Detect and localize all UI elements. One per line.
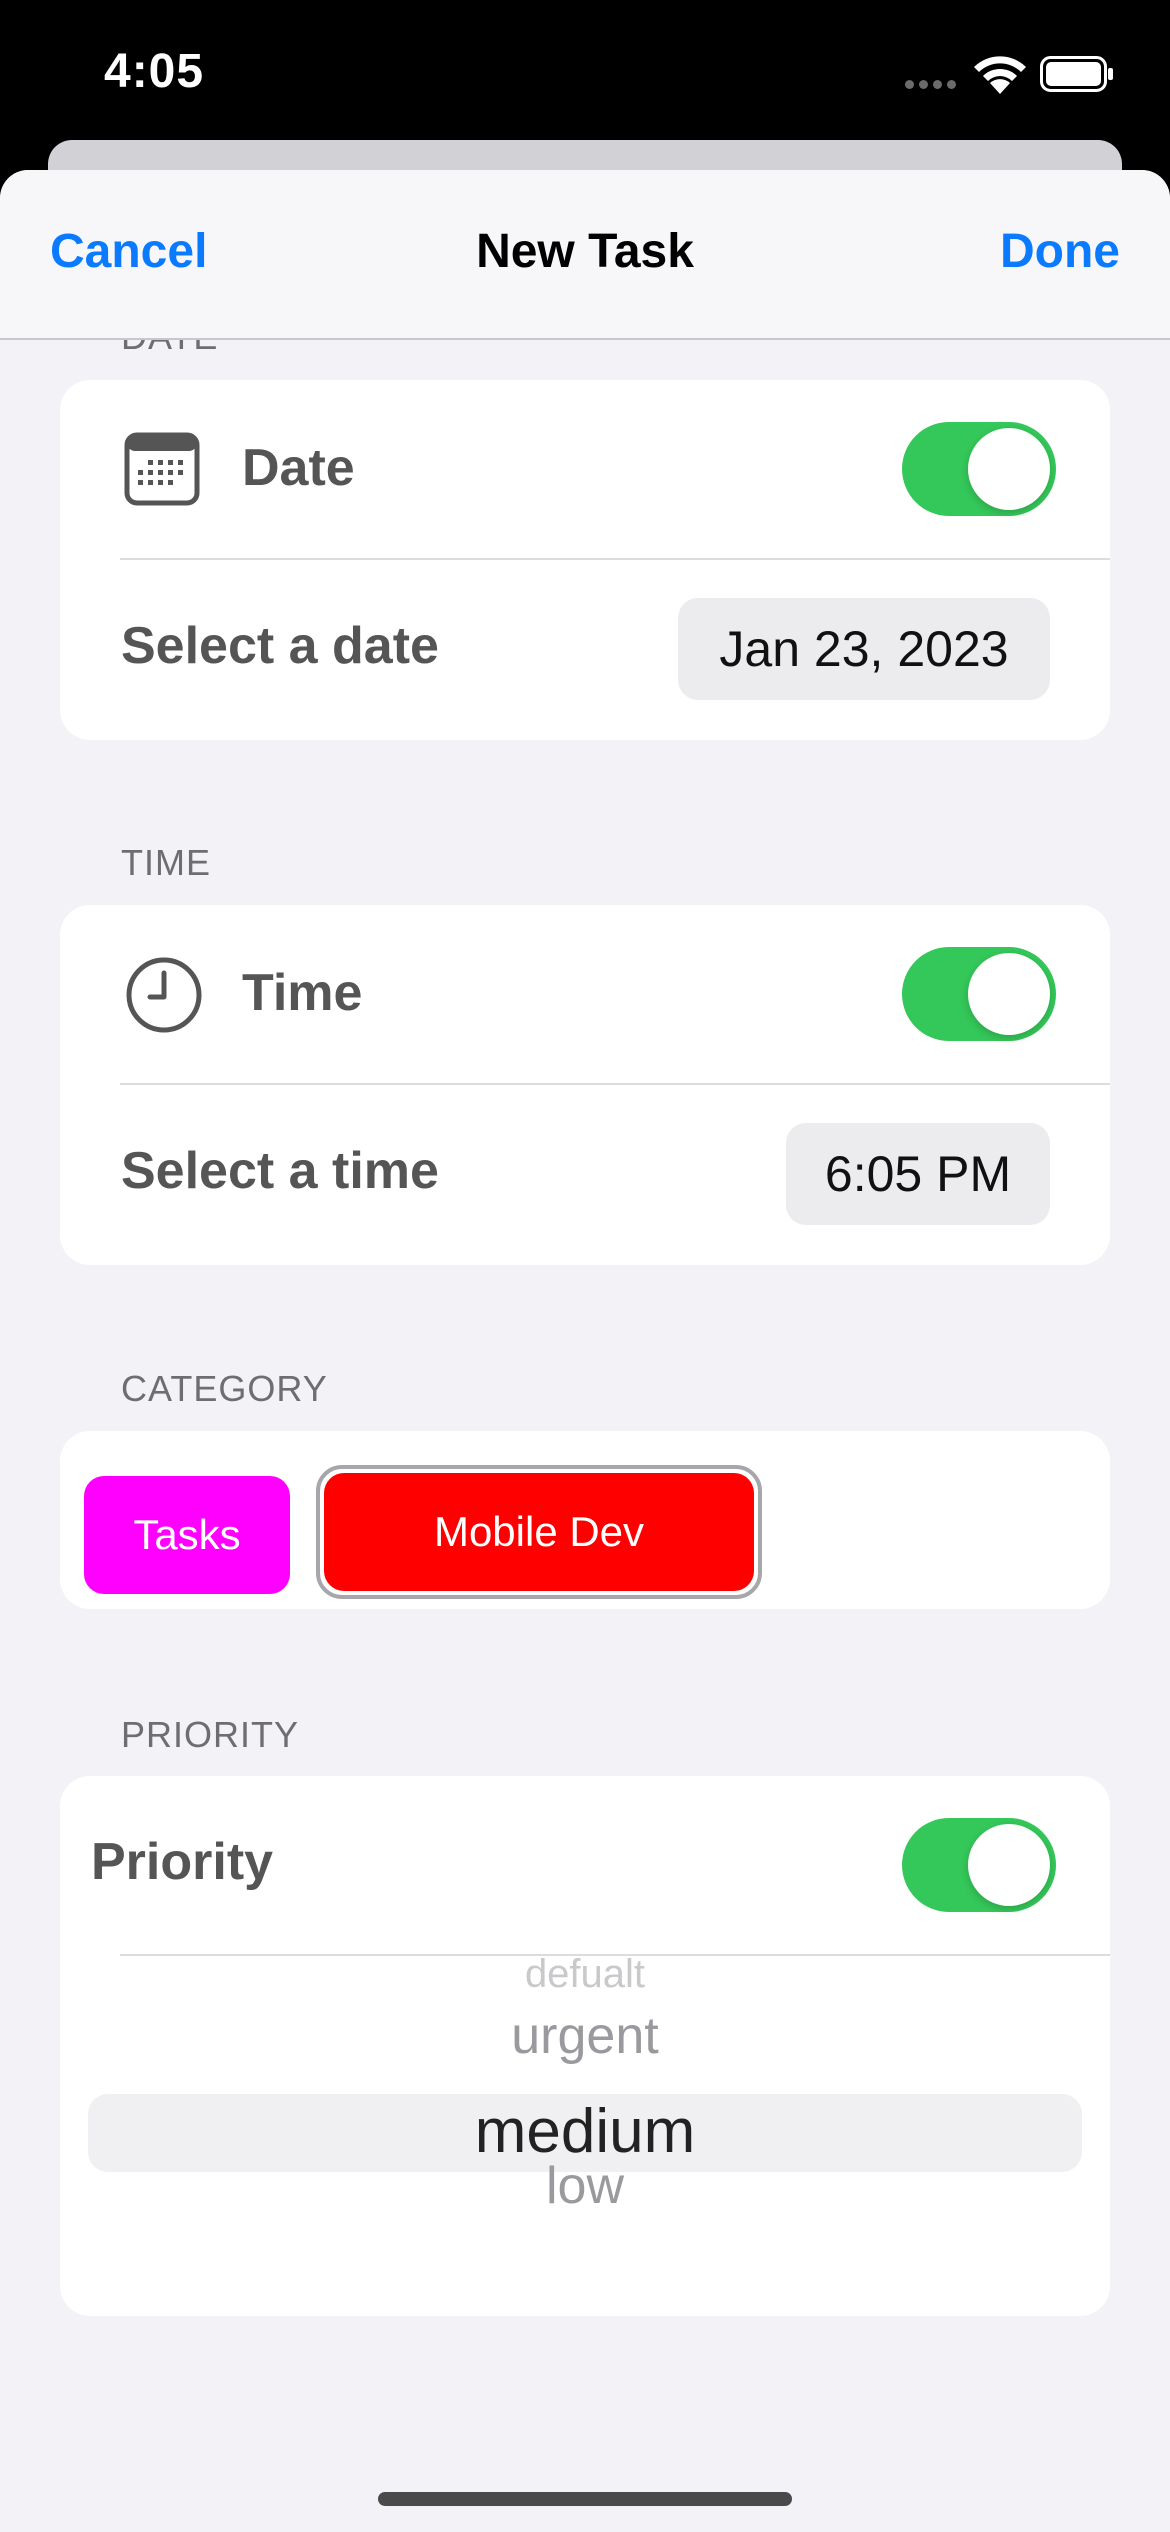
time-card: Time Select a time 6:05 PM xyxy=(60,905,1110,1265)
date-picker-button[interactable]: Jan 23, 2023 xyxy=(678,598,1050,700)
picker-option[interactable]: defualt xyxy=(60,1952,1110,1988)
chip-label: Tasks xyxy=(133,1511,241,1558)
date-label: Date xyxy=(242,439,355,497)
select-date-label: Select a date xyxy=(121,617,439,675)
category-chip-mobile-dev[interactable]: Mobile Dev xyxy=(324,1473,754,1591)
nav-bar: Cancel New Task Done xyxy=(0,170,1170,340)
priority-picker-wheel[interactable]: defualt urgent medium low xyxy=(60,1952,1110,2286)
category-section-header: CATEGORY xyxy=(121,1368,328,1409)
calendar-icon xyxy=(124,432,200,506)
select-time-label: Select a time xyxy=(121,1142,439,1200)
status-time: 4:05 xyxy=(104,45,205,98)
home-indicator[interactable] xyxy=(378,2492,792,2506)
toggle-knob xyxy=(968,428,1050,510)
picker-option[interactable]: low xyxy=(60,2156,1110,2216)
category-card: Tasks Mobile Dev xyxy=(60,1431,1110,1609)
chip-label: Mobile Dev xyxy=(433,1508,645,1555)
priority-card: Priority defualt urgent medium low xyxy=(60,1776,1110,2316)
cellular-signal-icon xyxy=(905,80,957,90)
done-button[interactable]: Done xyxy=(1000,224,1120,279)
toggle-knob xyxy=(968,1824,1050,1906)
priority-label: Priority xyxy=(91,1833,274,1891)
priority-toggle[interactable] xyxy=(902,1818,1056,1912)
category-chip-tasks[interactable]: Tasks xyxy=(84,1476,290,1594)
status-bar: 4:05 xyxy=(0,0,1170,150)
time-section-header: TIME xyxy=(121,842,211,883)
divider xyxy=(120,1083,1110,1085)
date-toggle[interactable] xyxy=(902,422,1056,516)
clock-icon xyxy=(126,957,202,1033)
time-picker-button[interactable]: 6:05 PM xyxy=(786,1123,1050,1225)
wifi-icon xyxy=(974,56,1026,94)
time-label: Time xyxy=(242,964,363,1022)
battery-icon xyxy=(1040,56,1113,92)
picker-option[interactable]: urgent xyxy=(60,2006,1110,2066)
time-toggle[interactable] xyxy=(902,947,1056,1041)
page-title: New Task xyxy=(476,225,694,278)
date-card: Date Select a date Jan 23, 2023 xyxy=(60,380,1110,740)
divider xyxy=(120,558,1110,560)
new-task-sheet: Cancel New Task Done DATE Date Select a … xyxy=(0,170,1170,2532)
toggle-knob xyxy=(968,953,1050,1035)
priority-section-header: PRIORITY xyxy=(121,1714,300,1755)
